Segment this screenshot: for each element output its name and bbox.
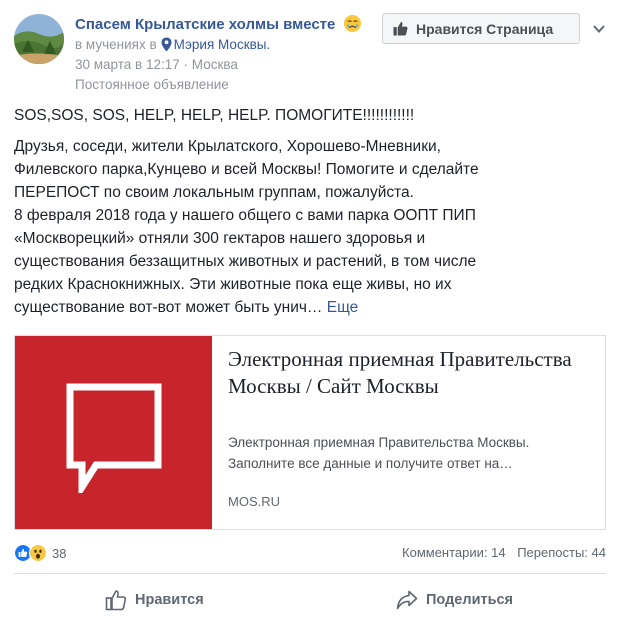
see-more-link[interactable]: Еще	[327, 299, 359, 316]
post-body: SOS,SOS, SOS, HELP, HELP, HELP. ПОМОГИТЕ…	[14, 104, 606, 327]
post-line: существования беззащитных животных и рас…	[14, 253, 477, 270]
comments-count-link[interactable]: Комментарии: 14	[402, 545, 506, 560]
meta-separator: ·	[183, 57, 189, 72]
speech-bubble-logo-icon	[66, 383, 162, 493]
like-button-label: Нравится	[135, 592, 204, 608]
share-button[interactable]: Поделиться	[396, 588, 513, 612]
post-meta: 30 марта в 12:17 · Москва	[75, 57, 238, 72]
link-preview-image[interactable]	[15, 336, 212, 529]
like-button[interactable]: Нравится	[105, 588, 204, 612]
more-options-icon[interactable]	[592, 22, 606, 36]
link-preview-title[interactable]: Электронная приемная Правительства Москв…	[228, 346, 593, 400]
post-line: Филевского парка,Кунцево и всей Москвы! …	[14, 161, 479, 178]
engagement-stats: Комментарии: 14 Перепосты: 44	[402, 545, 606, 560]
pinned-label: Постоянное объявление	[75, 77, 229, 92]
share-arrow-icon	[396, 590, 418, 610]
wow-reaction-icon	[29, 544, 47, 562]
page-name-link[interactable]: Спасем Крылатские холмы вместе	[75, 14, 362, 33]
post-line: 8 февраля 2018 года у нашего общего с ва…	[14, 207, 476, 224]
thumbs-up-outline-icon	[105, 590, 127, 611]
actions-divider	[14, 573, 606, 574]
post-line: редких Краснокнижных. Эти животные пока …	[14, 276, 452, 293]
post-line-last: существование вот-вот может быть унич… Е…	[14, 296, 606, 319]
link-preview-description: Электронная приемная Правительства Москв…	[228, 435, 530, 471]
feeling-prefix: в мучениях в	[75, 37, 157, 52]
post-city[interactable]: Москва	[192, 57, 238, 72]
share-button-label: Поделиться	[426, 592, 514, 608]
shares-count-link[interactable]: Перепосты: 44	[517, 545, 606, 560]
reactions-summary[interactable]: 38	[14, 543, 66, 563]
reaction-count: 38	[52, 545, 67, 561]
post-timestamp[interactable]: 30 марта в 12:17	[75, 57, 180, 72]
post-line: Друзья, соседи, жители Крылатского, Хоро…	[14, 138, 441, 155]
facebook-post: Спасем Крылатские холмы вместе в мучения…	[0, 0, 620, 619]
map-pin-icon	[161, 37, 172, 52]
sad-face-icon	[343, 14, 361, 33]
like-page-button[interactable]: Нравится Страница	[382, 13, 580, 44]
location-link[interactable]: Мэрия Москвы.	[174, 37, 271, 52]
link-preview-card[interactable]: Электронная приемная Правительства Москв…	[14, 335, 606, 530]
post-line: «Москворецкий» отняли 300 гектаров нашег…	[14, 230, 426, 247]
checkin-line: в мучениях в Мэрия Москвы.	[75, 37, 270, 52]
post-line: ПЕРЕПОСТ по своим локальным группам, пож…	[14, 184, 414, 201]
post-headline: SOS,SOS, SOS, HELP, HELP, HELP. ПОМОГИТЕ…	[14, 107, 415, 124]
post-line: существование вот-вот может быть унич…	[14, 299, 323, 316]
thumbs-up-icon	[393, 21, 408, 36]
link-preview-domain: MOS.RU	[228, 494, 280, 509]
page-name-text[interactable]: Спасем Крылатские холмы вместе	[75, 16, 335, 33]
post-paragraph: Друзья, соседи, жители Крылатского, Хоро…	[14, 135, 606, 319]
like-page-label: Нравится Страница	[416, 20, 554, 37]
page-avatar[interactable]	[14, 14, 64, 64]
